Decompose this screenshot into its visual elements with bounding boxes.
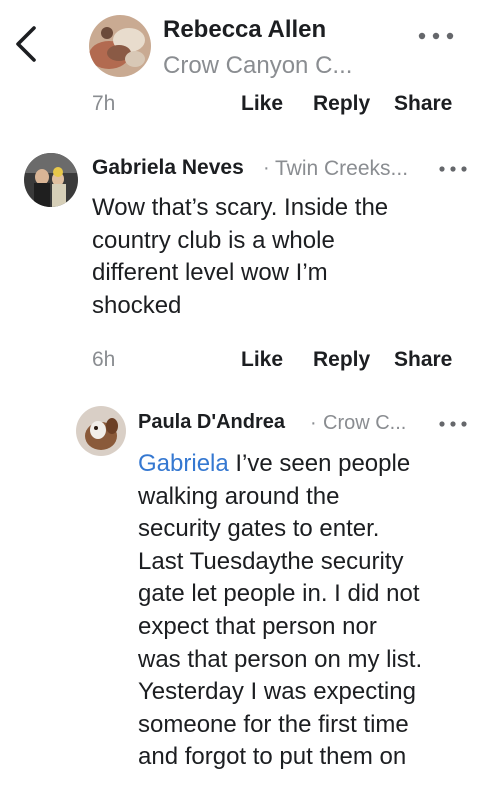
comment-text-line: different level wow I’m bbox=[92, 259, 328, 286]
share-button[interactable]: Share bbox=[394, 348, 452, 372]
comment-time: 6h bbox=[92, 348, 116, 371]
comment-text-line: was that person on my list. bbox=[138, 645, 423, 673]
mention-link[interactable]: Gabriela bbox=[138, 450, 229, 477]
avatar[interactable] bbox=[76, 406, 126, 456]
more-options-button[interactable] bbox=[438, 158, 468, 181]
comment-text-line: expect that person nor bbox=[138, 612, 377, 640]
reply-button[interactable]: Reply bbox=[313, 92, 370, 116]
separator-dot: · bbox=[310, 412, 317, 434]
comment-location[interactable]: Crow C... bbox=[323, 412, 406, 435]
back-button[interactable] bbox=[8, 20, 48, 68]
comment-text-line: someone for the first time bbox=[138, 710, 409, 738]
comment-text-line: and forgot to put them on bbox=[138, 743, 407, 771]
avatar[interactable] bbox=[89, 15, 151, 77]
comment-text-line: walking around the bbox=[138, 482, 340, 510]
comment-time: 7h bbox=[92, 92, 116, 115]
comment-text-line: shocked bbox=[92, 291, 182, 319]
comment-text-line: security gates to enter. bbox=[138, 515, 380, 543]
more-options-button[interactable] bbox=[416, 22, 456, 50]
separator-dot: · bbox=[263, 157, 270, 179]
comment-text: Gabriela I’ve seen people walking around… bbox=[138, 448, 483, 774]
comment-author[interactable]: Paula D'Andrea bbox=[138, 411, 285, 434]
scroll-fade bbox=[0, 776, 491, 800]
more-horizontal-icon bbox=[439, 421, 467, 427]
like-button[interactable]: Like bbox=[241, 92, 283, 116]
chevron-left-icon bbox=[16, 26, 36, 62]
comment-location[interactable]: Crow Canyon C... bbox=[163, 52, 352, 80]
comment-text-line: Gabriela I’ve seen people bbox=[138, 448, 483, 481]
comment-text-line: Yesterday I was expecting bbox=[138, 678, 416, 706]
reply-button[interactable]: Reply bbox=[313, 348, 370, 372]
more-options-button[interactable] bbox=[438, 413, 468, 436]
comment-text-line: Last Tuesdaythe security bbox=[138, 547, 404, 575]
comment-author[interactable]: Gabriela Neves bbox=[92, 156, 244, 180]
comment-text-fragment: I’ve seen people bbox=[228, 450, 411, 477]
comment-text: Wow that’s scary. Inside the country clu… bbox=[92, 192, 472, 322]
comment-text-line: gate let people in. I did not bbox=[138, 580, 420, 608]
comment-author[interactable]: Rebecca Allen bbox=[163, 16, 326, 44]
share-button[interactable]: Share bbox=[394, 92, 452, 116]
like-button[interactable]: Like bbox=[241, 348, 283, 372]
more-horizontal-icon bbox=[418, 32, 454, 40]
avatar[interactable] bbox=[24, 153, 78, 207]
more-horizontal-icon bbox=[439, 166, 467, 172]
comment-text-line: country club is a whole bbox=[92, 226, 335, 254]
comment-text-line: Wow that’s scary. Inside the bbox=[92, 194, 389, 221]
comment-location[interactable]: Twin Creeks... bbox=[275, 157, 408, 181]
